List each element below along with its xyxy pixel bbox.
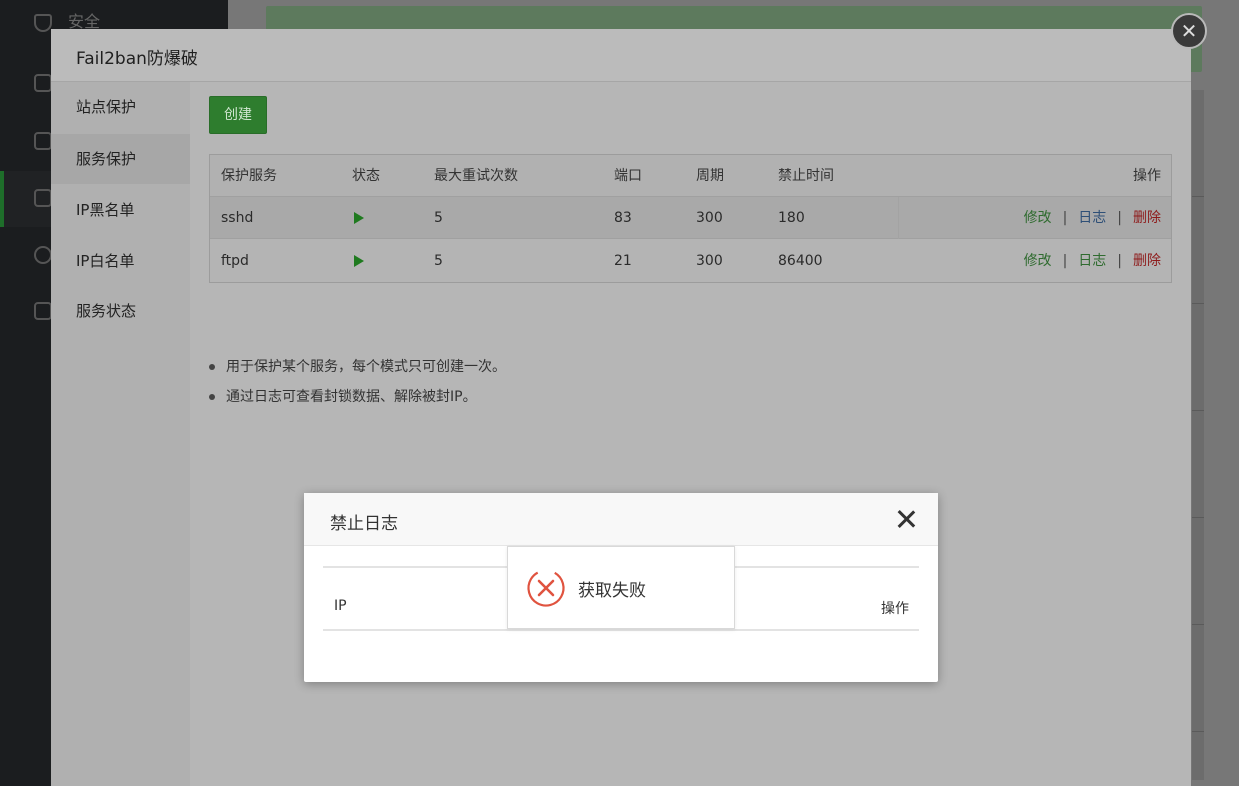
th-actions: 操作: [1133, 168, 1161, 184]
close-circle-icon[interactable]: ✕: [1171, 13, 1207, 49]
cell-port: 83: [614, 210, 632, 226]
cell-cycle: 300: [696, 210, 723, 226]
cell-max-retry: 5: [434, 210, 443, 226]
action-separator: |: [1062, 210, 1068, 226]
logout-icon: [34, 302, 52, 320]
th-port: 端口: [614, 168, 642, 184]
play-icon: [354, 255, 364, 267]
delete-link[interactable]: 删除: [1133, 253, 1161, 269]
row-actions: 修改 | 日志 | 删除: [1024, 240, 1161, 282]
action-separator: |: [1117, 210, 1122, 226]
action-separator: |: [1117, 253, 1122, 269]
shield-icon: [34, 14, 52, 32]
edit-link[interactable]: 修改: [1024, 210, 1052, 226]
th-max-retry: 最大重试次数: [434, 168, 518, 184]
gear-icon: [34, 246, 52, 264]
row-actions: 修改 | 日志 | 删除: [1024, 197, 1161, 239]
menu-item-service-protect[interactable]: 服务保护: [51, 134, 190, 184]
folder-icon: [34, 74, 52, 92]
table-row: sshd 5 83 300 180 修改 | 日志 | 删除: [210, 197, 1171, 239]
dialog-title: 禁止日志: [330, 514, 398, 534]
th-cycle: 周期: [696, 168, 724, 184]
play-icon: [354, 212, 364, 224]
cell-port: 21: [614, 253, 632, 269]
cell-ban-time: 86400: [778, 253, 823, 269]
th-status: 状态: [352, 168, 380, 184]
menu-item-site-protect[interactable]: 站点保护: [51, 82, 190, 132]
service-table: 保护服务 状态 最大重试次数 端口 周期 禁止时间 操作 sshd 5 83 3…: [209, 154, 1172, 283]
help-note: 通过日志可查看封锁数据、解除被封IP。: [209, 382, 506, 412]
cell-max-retry: 5: [434, 253, 443, 269]
edit-link[interactable]: 修改: [1024, 253, 1052, 269]
calendar-icon: [34, 132, 52, 150]
fail2ban-titlebar: Fail2ban防爆破: [51, 29, 1191, 82]
cell-ban-time: 180: [778, 210, 805, 226]
action-separator: |: [1062, 253, 1068, 269]
row-divider: [898, 197, 899, 239]
log-link[interactable]: 日志: [1078, 253, 1106, 269]
help-notes: 用于保护某个服务，每个模式只可创建一次。 通过日志可查看封锁数据、解除被封IP。: [209, 352, 506, 412]
menu-item-ip-blacklist[interactable]: IP黑名单: [51, 185, 190, 235]
th-ban-time: 禁止时间: [778, 168, 834, 184]
th-actions: 操作: [881, 601, 909, 617]
close-icon[interactable]: [894, 507, 918, 531]
apps-icon: [34, 189, 52, 207]
menu-item-ip-whitelist[interactable]: IP白名单: [51, 236, 190, 286]
fail2ban-menu: 站点保护 服务保护 IP黑名单 IP白名单 服务状态: [51, 82, 190, 786]
toast-message: 获取失败: [578, 581, 646, 601]
log-link[interactable]: 日志: [1078, 210, 1106, 226]
th-ip: IP: [334, 598, 347, 614]
create-button[interactable]: 创建: [209, 96, 267, 134]
cell-service: sshd: [221, 210, 254, 226]
table-header-row: 保护服务 状态 最大重试次数 端口 周期 禁止时间 操作: [210, 155, 1171, 197]
dialog-header: 禁止日志: [304, 493, 938, 546]
th-service: 保护服务: [221, 168, 277, 184]
help-note: 用于保护某个服务，每个模式只可创建一次。: [209, 352, 506, 382]
table-row: ftpd 5 21 300 86400 修改 | 日志 | 删除: [210, 240, 1171, 282]
cell-cycle: 300: [696, 253, 723, 269]
cell-service: ftpd: [221, 253, 249, 269]
menu-item-service-status[interactable]: 服务状态: [51, 286, 190, 336]
app-table-edge: [1192, 90, 1204, 780]
delete-link[interactable]: 删除: [1133, 210, 1161, 226]
error-circle-icon: [527, 569, 565, 607]
window-title: Fail2ban防爆破: [76, 49, 198, 69]
error-toast: 获取失败: [507, 546, 735, 629]
